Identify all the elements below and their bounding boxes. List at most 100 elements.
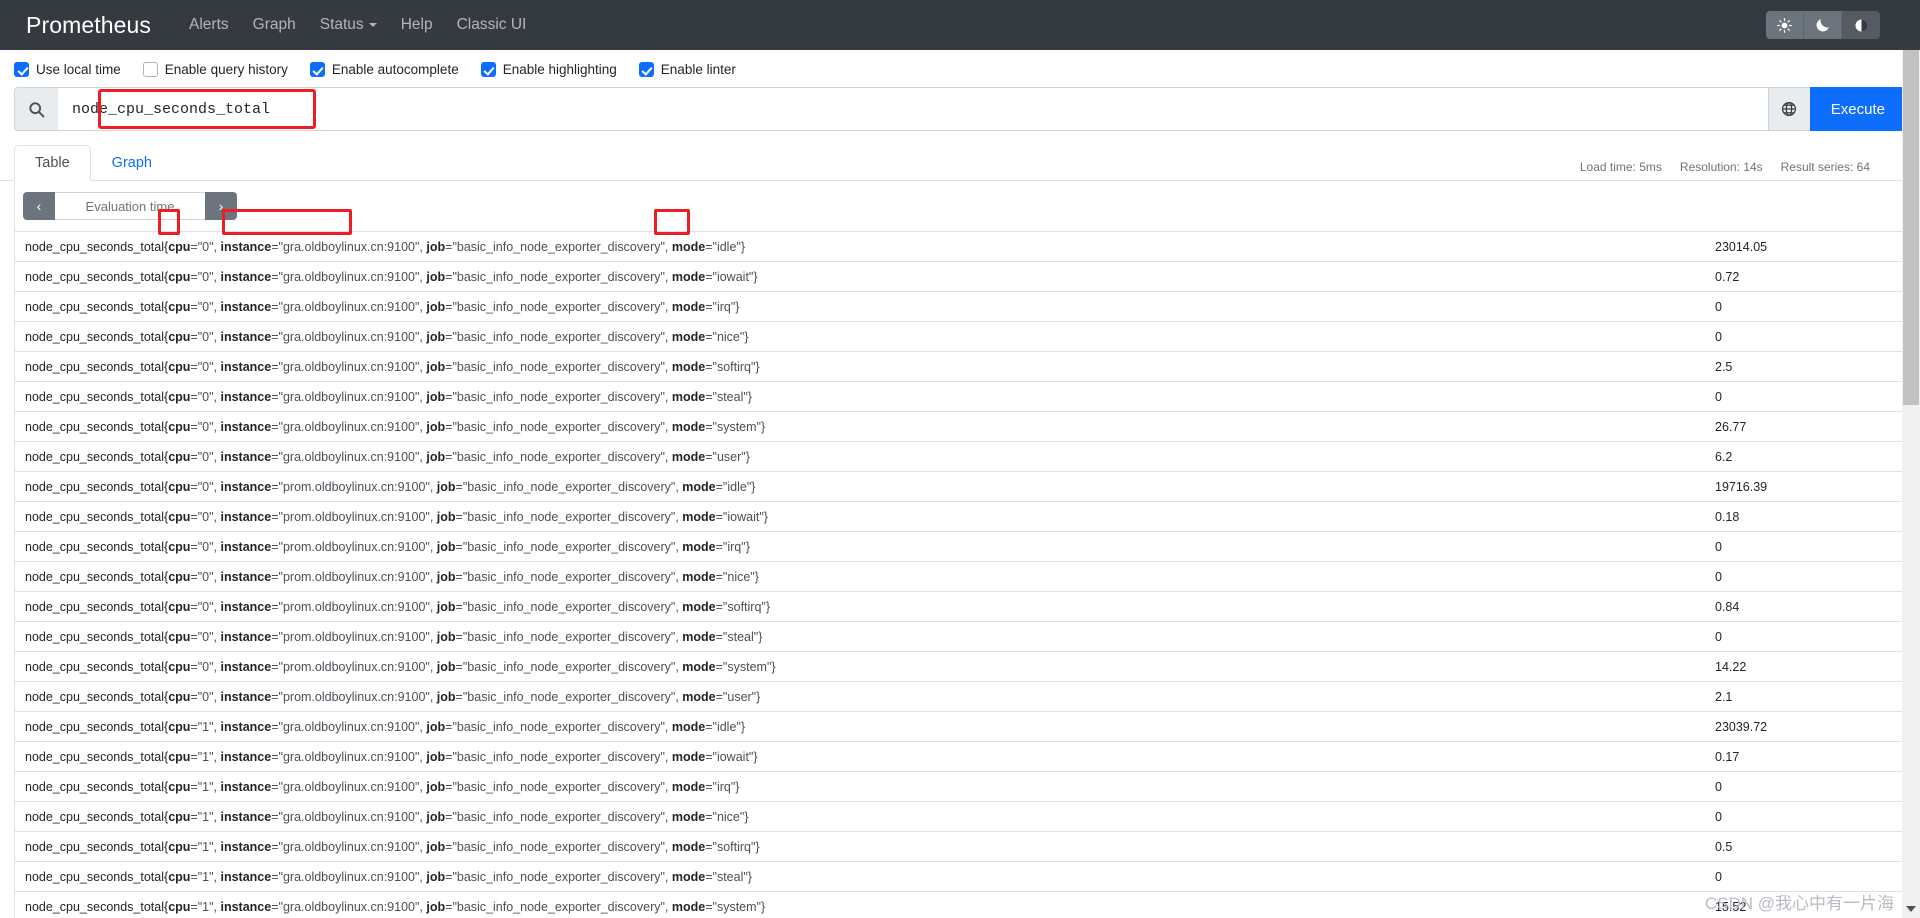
evaluation-next-button[interactable]: ›: [205, 192, 237, 220]
page-scrollbar-thumb[interactable]: [1903, 50, 1919, 405]
label-key-instance: instance: [220, 719, 272, 734]
label-value-mode: ="nice"}: [705, 809, 749, 824]
checkbox-enable-highlighting-box[interactable]: [480, 62, 496, 77]
tab-graph[interactable]: Graph: [91, 145, 173, 181]
table-row[interactable]: node_cpu_seconds_total{cpu="0", instance…: [15, 651, 1905, 682]
checkbox-enable-query-history-box[interactable]: [142, 62, 158, 77]
execute-button[interactable]: Execute: [1809, 87, 1906, 131]
label-value-cpu: ="0",: [190, 329, 221, 344]
label-key-cpu: cpu: [168, 539, 191, 554]
label-value-job: ="basic_info_node_exporter_discovery",: [455, 689, 683, 704]
label-key-instance: instance: [220, 809, 272, 824]
nav-alerts[interactable]: Alerts: [177, 10, 241, 40]
table-row[interactable]: node_cpu_seconds_total{cpu="1", instance…: [15, 801, 1905, 832]
table-row[interactable]: node_cpu_seconds_total{cpu="0", instance…: [15, 471, 1905, 502]
table-row[interactable]: node_cpu_seconds_total{cpu="1", instance…: [15, 831, 1905, 862]
checkbox-use-local-time[interactable]: Use local time: [14, 62, 121, 77]
table-row[interactable]: node_cpu_seconds_total{cpu="0", instance…: [15, 561, 1905, 592]
table-row[interactable]: node_cpu_seconds_total{cpu="0", instance…: [15, 381, 1905, 412]
search-icon[interactable]: [14, 87, 58, 131]
label-key-cpu: cpu: [168, 869, 191, 884]
table-row[interactable]: node_cpu_seconds_total{cpu="0", instance…: [15, 681, 1905, 712]
brand-prometheus[interactable]: Prometheus: [26, 13, 151, 37]
table-row[interactable]: node_cpu_seconds_total{cpu="1", instance…: [15, 861, 1905, 892]
checkbox-enable-linter-box[interactable]: [638, 62, 654, 77]
label-key-instance: instance: [220, 629, 272, 644]
checkbox-enable-autocomplete[interactable]: Enable autocomplete: [309, 62, 459, 77]
label-value-job: ="basic_info_node_exporter_discovery",: [445, 269, 672, 284]
table-row[interactable]: node_cpu_seconds_total{cpu="1", instance…: [15, 891, 1905, 918]
label-key-job: job: [426, 359, 446, 374]
table-row[interactable]: node_cpu_seconds_total{cpu="0", instance…: [15, 291, 1905, 322]
table-row[interactable]: node_cpu_seconds_total{cpu="0", instance…: [15, 591, 1905, 622]
table-row[interactable]: node_cpu_seconds_total{cpu="0", instance…: [15, 501, 1905, 532]
theme-dark-button[interactable]: [1804, 11, 1842, 39]
table-row[interactable]: node_cpu_seconds_total{cpu="1", instance…: [15, 741, 1905, 772]
tab-table[interactable]: Table: [14, 145, 91, 181]
label-key-instance: instance: [220, 599, 272, 614]
theme-light-button[interactable]: [1766, 11, 1804, 39]
label-key-cpu: cpu: [168, 299, 191, 314]
label-value-cpu: ="0",: [190, 449, 221, 464]
metric-name: node_cpu_seconds_total{: [25, 599, 169, 614]
theme-auto-button[interactable]: [1842, 11, 1880, 39]
checkbox-use-local-time-box[interactable]: [14, 62, 29, 77]
metric-name: node_cpu_seconds_total{: [25, 869, 169, 884]
series-cell: node_cpu_seconds_total{cpu="0", instance…: [15, 621, 1705, 652]
table-row[interactable]: node_cpu_seconds_total{cpu="0", instance…: [15, 231, 1905, 262]
table-row[interactable]: node_cpu_seconds_total{cpu="0", instance…: [15, 321, 1905, 352]
table-row[interactable]: node_cpu_seconds_total{cpu="0", instance…: [15, 351, 1905, 382]
table-row[interactable]: node_cpu_seconds_total{cpu="1", instance…: [15, 711, 1905, 742]
table-row[interactable]: node_cpu_seconds_total{cpu="1", instance…: [15, 771, 1905, 802]
result-tabs: Table Graph Load time: 5ms Resolution: 14…: [0, 131, 1920, 181]
metric-name: node_cpu_seconds_total{: [25, 779, 169, 794]
metric-name: node_cpu_seconds_total{: [25, 839, 169, 854]
label-value-mode: ="idle"}: [705, 719, 746, 734]
scroll-down-arrow-icon[interactable]: [1906, 906, 1916, 912]
query-input[interactable]: [58, 100, 1768, 118]
nav-graph[interactable]: Graph: [241, 10, 308, 40]
label-value-mode: ="steal"}: [705, 389, 752, 404]
checkbox-use-local-time-label: Use local time: [36, 62, 121, 77]
table-row[interactable]: node_cpu_seconds_total{cpu="0", instance…: [15, 261, 1905, 292]
label-key-job: job: [426, 239, 446, 254]
label-key-job: job: [436, 689, 456, 704]
nav-classic-ui[interactable]: Classic UI: [445, 10, 539, 40]
checkbox-enable-highlighting[interactable]: Enable highlighting: [480, 62, 617, 77]
label-value-cpu: ="0",: [190, 659, 221, 674]
theme-toggle-group[interactable]: [1766, 11, 1880, 39]
label-value-job: ="basic_info_node_exporter_discovery",: [445, 449, 672, 464]
evaluation-prev-button[interactable]: ‹: [23, 192, 55, 220]
label-value-cpu: ="0",: [190, 299, 221, 314]
label-value-mode: ="softirq"}: [705, 359, 760, 374]
label-key-mode: mode: [671, 299, 706, 314]
checkbox-enable-query-history[interactable]: Enable query history: [142, 62, 288, 77]
nav-help[interactable]: Help: [389, 10, 445, 40]
label-key-job: job: [426, 839, 446, 854]
page-scrollbar[interactable]: [1902, 50, 1920, 918]
label-key-instance: instance: [220, 239, 272, 254]
table-row[interactable]: node_cpu_seconds_total{cpu="0", instance…: [15, 531, 1905, 562]
nav-links: Alerts Graph Status Help Classic UI: [177, 10, 538, 40]
label-key-cpu: cpu: [168, 389, 191, 404]
label-value-cpu: ="1",: [190, 869, 221, 884]
value-cell: 2.1: [1705, 681, 1905, 712]
label-value-cpu: ="1",: [190, 749, 221, 764]
evaluation-time-input[interactable]: Evaluation time: [55, 192, 205, 220]
table-row[interactable]: node_cpu_seconds_total{cpu="0", instance…: [15, 411, 1905, 442]
label-key-instance: instance: [220, 689, 272, 704]
label-value-instance: ="gra.oldboylinux.cn:9100",: [271, 809, 427, 824]
value-cell: 0.17: [1705, 741, 1905, 772]
label-key-instance: instance: [220, 869, 272, 884]
globe-icon[interactable]: [1767, 87, 1810, 131]
checkbox-enable-linter[interactable]: Enable linter: [638, 62, 736, 77]
nav-status[interactable]: Status: [308, 10, 389, 40]
label-key-job: job: [426, 809, 446, 824]
table-row[interactable]: node_cpu_seconds_total{cpu="0", instance…: [15, 621, 1905, 652]
checkbox-enable-autocomplete-box[interactable]: [309, 62, 325, 77]
query-meta: Load time: 5ms Resolution: 14s Result se…: [1580, 160, 1870, 174]
table-row[interactable]: node_cpu_seconds_total{cpu="0", instance…: [15, 441, 1905, 472]
label-key-mode: mode: [671, 869, 706, 884]
label-key-cpu: cpu: [168, 719, 191, 734]
value-cell: 0: [1705, 621, 1905, 652]
